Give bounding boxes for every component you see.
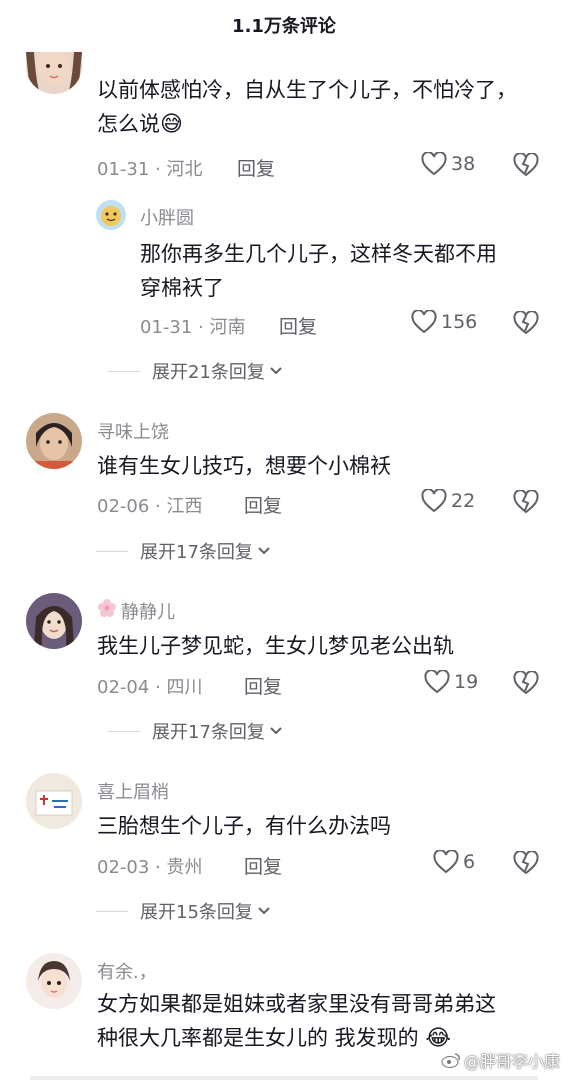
divider-line (96, 910, 128, 912)
reply-meta: 01-31 · 河南 (140, 317, 246, 338)
heart-outline-icon (421, 489, 447, 513)
avatar[interactable] (96, 200, 126, 230)
reply-button[interactable]: 回复 (244, 491, 282, 518)
flower-icon (98, 599, 116, 617)
comment-meta: 02-03 · 贵州 (97, 857, 203, 878)
heart-outline-icon (411, 310, 437, 334)
comment-text: 谁有生女儿技巧，想要个小棉袄 (97, 454, 391, 478)
avatar-image (26, 953, 82, 1009)
heart-outline-icon (424, 670, 450, 694)
dislike-button[interactable] (513, 152, 539, 181)
commenter-name[interactable]: 小胖圆 (140, 204, 194, 230)
avatar[interactable] (26, 413, 82, 469)
like-button[interactable]: 19 (424, 670, 478, 694)
heart-outline-icon (433, 850, 459, 874)
weibo-icon (441, 1053, 460, 1068)
avatar-image (26, 413, 82, 469)
comment-text: 我生儿子梦见蛇，生女儿梦见老公出轨 (97, 634, 454, 658)
avatar-image (26, 773, 82, 829)
commenter-name[interactable]: 喜上眉梢 (97, 778, 169, 804)
broken-heart-icon (513, 850, 539, 875)
like-count: 156 (441, 311, 478, 333)
heart-outline-icon (421, 152, 447, 176)
commenter-name[interactable]: 静静儿 (121, 598, 175, 624)
comment-meta: 02-06 · 江西 (97, 496, 203, 517)
comment-text: 以前体感怕冷，自从生了个儿子，不怕冷了， 怎么说😅 (97, 78, 517, 137)
broken-heart-icon (513, 489, 539, 514)
reply-button[interactable]: 回复 (244, 672, 282, 699)
divider-line (108, 370, 140, 372)
sweat-smile-emoji: 😅 (160, 112, 183, 137)
chevron-down-icon (258, 547, 270, 555)
expand-replies-button[interactable]: 展开15条回复 (96, 898, 271, 924)
avatar-image (26, 593, 82, 649)
watermark: @胖哥李小康 (441, 1048, 560, 1072)
expand-replies-button[interactable]: 展开17条回复 (108, 718, 283, 744)
broken-heart-icon (513, 152, 539, 177)
commenter-name[interactable]: 有余.， (97, 958, 157, 984)
avatar[interactable] (26, 52, 82, 94)
comment-meta: 01-31 · 河北 (97, 159, 203, 180)
chevron-down-icon (270, 367, 282, 375)
like-button[interactable]: 156 (411, 310, 477, 334)
divider-line (96, 550, 128, 552)
avatar-image (96, 200, 126, 230)
broken-heart-icon (513, 310, 539, 335)
like-count: 19 (454, 671, 479, 693)
commenter-name[interactable]: 寻味上饶 (97, 418, 169, 444)
comment-meta: 02-04 · 四川 (97, 677, 203, 698)
dislike-button[interactable] (513, 850, 539, 879)
avatar-image (26, 52, 82, 94)
comments-header: 1.1万条评论 (0, 0, 568, 50)
avatar[interactable] (26, 593, 82, 649)
expand-replies-button[interactable]: 展开21条回复 (108, 358, 283, 384)
comments-count-title: 1.1万条评论 (232, 16, 336, 37)
divider-line (108, 730, 140, 732)
reply-text: 那你再多生几个儿子，这样冬天都不用 穿棉袄了 (140, 242, 497, 300)
comment-text: 三胎想生个儿子，有什么办法吗 (97, 814, 391, 838)
reply-button[interactable]: 回复 (237, 154, 275, 181)
like-count: 38 (451, 153, 476, 175)
expand-replies-button[interactable]: 展开17条回复 (96, 538, 271, 564)
like-button[interactable]: 38 (421, 152, 475, 176)
chevron-down-icon (270, 727, 282, 735)
dislike-button[interactable] (513, 670, 539, 699)
like-button[interactable]: 22 (421, 489, 475, 513)
reply-button[interactable]: 回复 (244, 852, 282, 879)
avatar[interactable] (26, 773, 82, 829)
reply-button[interactable]: 回复 (279, 312, 317, 339)
broken-heart-icon (513, 670, 539, 695)
like-count: 22 (451, 490, 476, 512)
dislike-button[interactable] (513, 310, 539, 339)
dislike-button[interactable] (513, 489, 539, 518)
comment-text: 女方如果都是姐妹或者家里没有哥哥弟弟这 种很大几率都是生女儿的 我发现的 😂 (97, 992, 496, 1051)
like-count: 6 (463, 851, 476, 873)
chevron-down-icon (258, 907, 270, 915)
like-button[interactable]: 6 (433, 850, 475, 874)
avatar[interactable] (26, 953, 82, 1009)
scroll-indicator (30, 1076, 538, 1080)
